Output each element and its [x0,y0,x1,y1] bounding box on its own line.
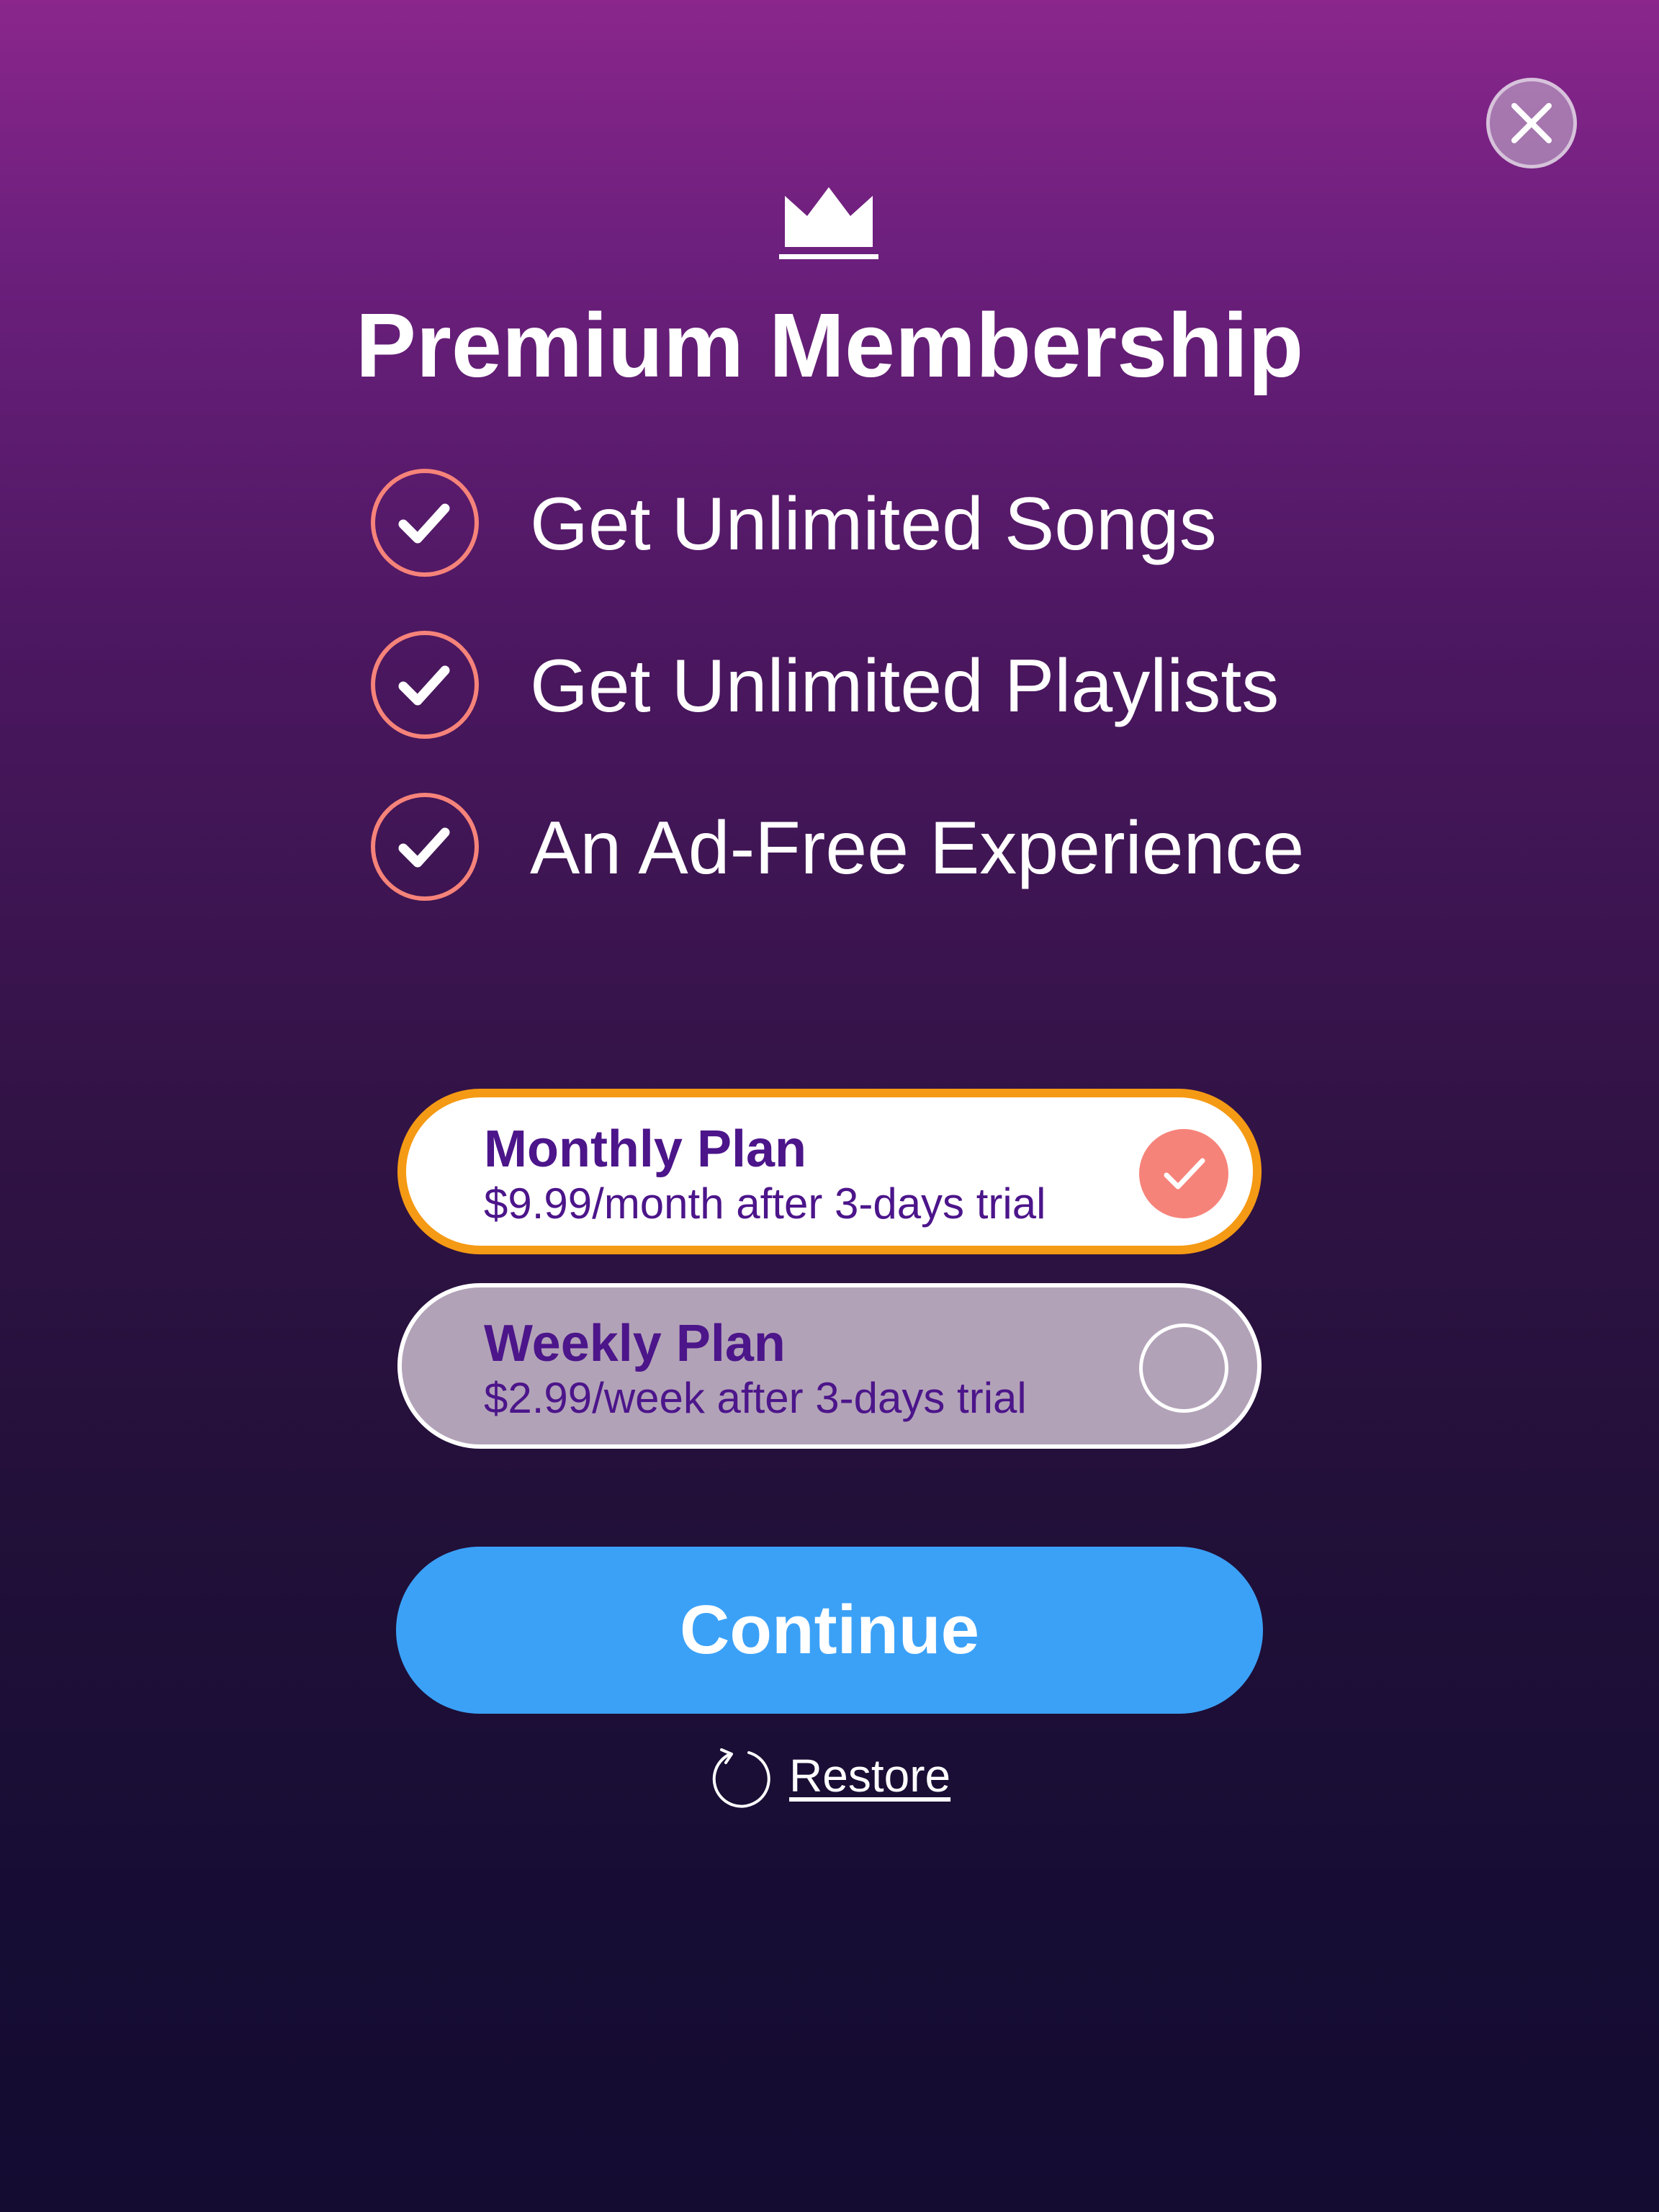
check-circle-icon [371,469,479,577]
plan-price: $9.99/month after 3-days trial [484,1179,1046,1228]
plan-price: $2.99/week after 3-days trial [484,1374,1027,1422]
feature-label: Get Unlimited Playlists [530,644,1280,728]
feature-item: Get Unlimited Songs [370,468,1378,583]
restore-label[interactable]: Restore [789,1748,950,1803]
check-circle-icon [371,631,479,739]
plan-name: Weekly Plan [484,1315,786,1372]
feature-label: An Ad-Free Experience [530,806,1305,890]
close-icon [1511,103,1552,143]
paywall-screen: Premium Membership Get Unlimited Songs G… [0,0,1659,2212]
plan-option-monthly[interactable]: Monthly Plan $9.99/month after 3-days tr… [397,1089,1262,1254]
crown-icon [779,187,878,259]
plan-option-weekly[interactable]: Weekly Plan $2.99/week after 3-days tria… [397,1283,1262,1449]
plan-radio-selected[interactable] [1139,1129,1228,1218]
check-circle-icon [371,793,479,901]
continue-button[interactable]: Continue [396,1547,1263,1714]
plan-radio-unselected[interactable] [1139,1323,1228,1413]
feature-item: Get Unlimited Playlists [370,630,1378,745]
page-title: Premium Membership [355,295,1304,396]
restore-icon [712,1748,770,1808]
feature-item: An Ad-Free Experience [370,792,1378,907]
close-button[interactable] [1486,78,1577,168]
plan-name: Monthly Plan [484,1120,806,1178]
check-icon [1164,1158,1205,1190]
feature-label: Get Unlimited Songs [530,482,1217,566]
